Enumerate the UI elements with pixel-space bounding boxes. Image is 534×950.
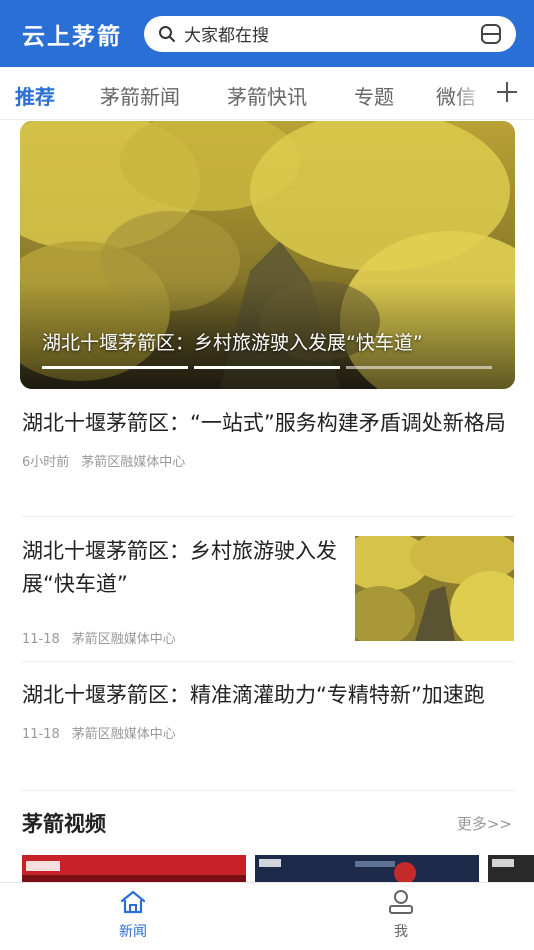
add-channel-icon[interactable] [494,79,520,105]
video-card[interactable] [22,855,246,882]
news-item[interactable]: 湖北十堰茅箭区：“一站式”服务构建矛盾调处新格局 6小时前 茅箭区融媒体中心 [22,407,514,470]
thumbnail-image [355,536,514,641]
indicator-2[interactable] [194,366,340,369]
news-source: 茅箭区融媒体中心 [71,632,176,647]
tabbar-label: 我 [394,924,408,940]
carousel-indicators [42,366,492,369]
video-card[interactable] [488,855,534,882]
video-thumbnail [22,855,246,882]
divider [22,516,514,517]
news-meta: 6小时前 茅箭区融媒体中心 [22,451,514,470]
tabbar-label: 新闻 [119,924,147,940]
video-section-header: 茅箭视频 更多>> [22,808,512,838]
tabbar-news[interactable]: 新闻 [93,889,173,941]
scan-icon[interactable] [480,23,502,45]
hero-caption: 湖北十堰茅箭区：乡村旅游驶入发展“快车道” [42,332,423,354]
divider [22,790,514,791]
divider [22,661,514,662]
tab-maojian-news[interactable]: 茅箭新闻 [100,81,180,110]
video-thumbnail [488,855,534,882]
news-title: 湖北十堰茅箭区：“一站式”服务构建矛盾调处新格局 [22,411,506,435]
news-item[interactable]: 湖北十堰茅箭区：乡村旅游驶入发展“快车道” 11-18 茅箭区融媒体中心 [22,535,342,647]
tab-recommend[interactable]: 推荐 [15,81,55,110]
news-meta: 11-18 茅箭区融媒体中心 [22,723,514,742]
news-title: 湖北十堰茅箭区：精准滴灌助力“专精特新”加速跑 [22,683,485,707]
news-item[interactable]: 湖北十堰茅箭区：精准滴灌助力“专精特新”加速跑 11-18 茅箭区融媒体中心 [22,679,514,742]
indicator-1[interactable] [42,366,188,369]
video-thumbnail [255,855,479,882]
search-bar[interactable]: 大家都在搜 [144,15,516,52]
tabbar-me[interactable]: 我 [361,889,441,941]
top-header: 云上茅箭 大家都在搜 [0,0,534,67]
video-card[interactable] [255,855,479,882]
news-thumbnail[interactable] [355,536,514,641]
news-title: 湖北十堰茅箭区：乡村旅游驶入发展“快车道” [22,539,337,596]
news-time: 6小时前 [22,455,70,470]
search-placeholder: 大家都在搜 [184,26,269,46]
news-time: 11-18 [22,727,60,742]
more-link[interactable]: 更多>> [457,813,512,834]
tab-special[interactable]: 专题 [354,81,394,110]
news-source: 茅箭区融媒体中心 [71,727,176,742]
news-time: 11-18 [22,632,60,647]
section-title: 茅箭视频 [22,812,106,836]
news-meta: 11-18 茅箭区融媒体中心 [22,628,342,647]
app-title: 云上茅箭 [22,23,122,50]
search-icon [159,25,175,42]
news-source: 茅箭区融媒体中心 [81,455,186,470]
category-tabs: 推荐 茅箭新闻 茅箭快讯 专题 微信 [0,67,534,120]
user-icon [389,890,413,914]
hero-banner[interactable]: 湖北十堰茅箭区：乡村旅游驶入发展“快车道” [20,121,515,389]
home-icon [120,890,146,914]
tab-maojian-flash[interactable]: 茅箭快讯 [227,81,307,110]
indicator-3[interactable] [346,366,492,369]
bottom-tabbar: 新闻 我 [0,882,534,950]
